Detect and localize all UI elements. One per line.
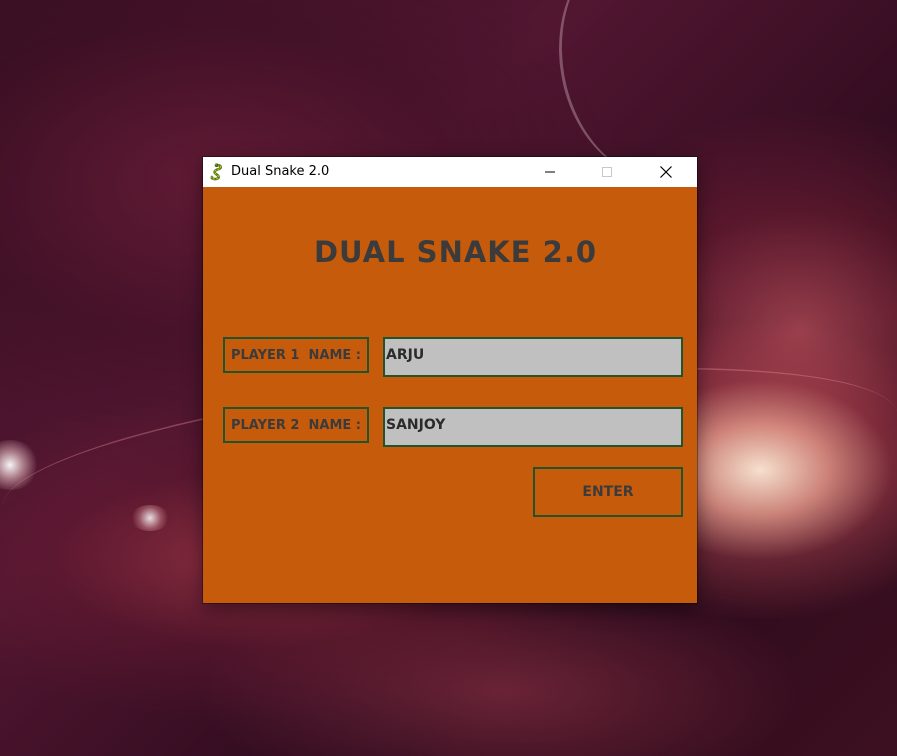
close-button[interactable] (643, 157, 689, 187)
maximize-button[interactable] (584, 157, 630, 187)
close-icon (660, 166, 672, 178)
minimize-button[interactable] (527, 157, 573, 187)
player2-name-label: PLAYER 2 NAME : (223, 407, 369, 443)
enter-button[interactable]: ENTER (533, 467, 683, 517)
game-window: Dual Snake 2.0 DUAL SNAKE 2.0 PLAYER 1 N… (203, 157, 697, 603)
player1-name-label: PLAYER 1 NAME : (223, 337, 369, 373)
title-bar[interactable]: Dual Snake 2.0 (203, 157, 697, 187)
wallpaper-glow (130, 505, 170, 531)
wallpaper-glow (0, 440, 40, 490)
maximize-icon (602, 167, 612, 177)
game-content: DUAL SNAKE 2.0 PLAYER 1 NAME : PLAYER 2 … (203, 187, 697, 603)
player1-name-input[interactable] (383, 337, 683, 377)
window-title: Dual Snake 2.0 (231, 164, 330, 179)
minimize-icon (545, 171, 555, 173)
game-title: DUAL SNAKE 2.0 (313, 235, 598, 269)
snake-icon (208, 163, 226, 181)
player2-name-input[interactable] (383, 407, 683, 447)
